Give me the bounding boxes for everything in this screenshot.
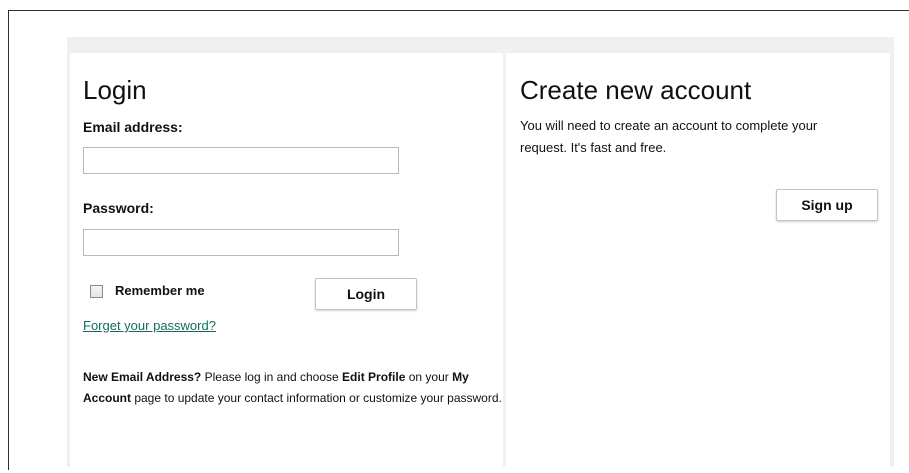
remember-me-label[interactable]: Remember me [115, 283, 205, 299]
forgot-password-link[interactable]: Forget your password? [83, 318, 216, 334]
login-button[interactable]: Login [315, 278, 417, 310]
new-email-note: New Email Address? Please log in and cho… [83, 367, 503, 409]
signup-heading: Create new account [520, 75, 752, 105]
login-heading: Login [83, 75, 147, 105]
auth-panel: Login Email address: Password: Remember … [67, 37, 894, 473]
note-part-3: Edit Profile [342, 370, 406, 384]
sign-up-button[interactable]: Sign up [776, 189, 878, 221]
note-part-4: on your [405, 370, 453, 384]
note-part-2: Please log in and choose [201, 370, 343, 384]
email-field[interactable] [83, 147, 399, 174]
remember-me-checkbox[interactable] [90, 285, 103, 298]
email-label: Email address: [83, 119, 183, 135]
password-field[interactable] [83, 229, 399, 256]
login-section: Login Email address: Password: Remember … [70, 53, 503, 473]
signup-description: You will need to create an account to co… [520, 118, 818, 155]
signup-section: Create new account You will need to crea… [506, 53, 890, 473]
password-label: Password: [83, 200, 154, 216]
note-part-1: New Email Address? [83, 370, 202, 384]
note-part-6: page to update your contact information … [131, 391, 502, 405]
